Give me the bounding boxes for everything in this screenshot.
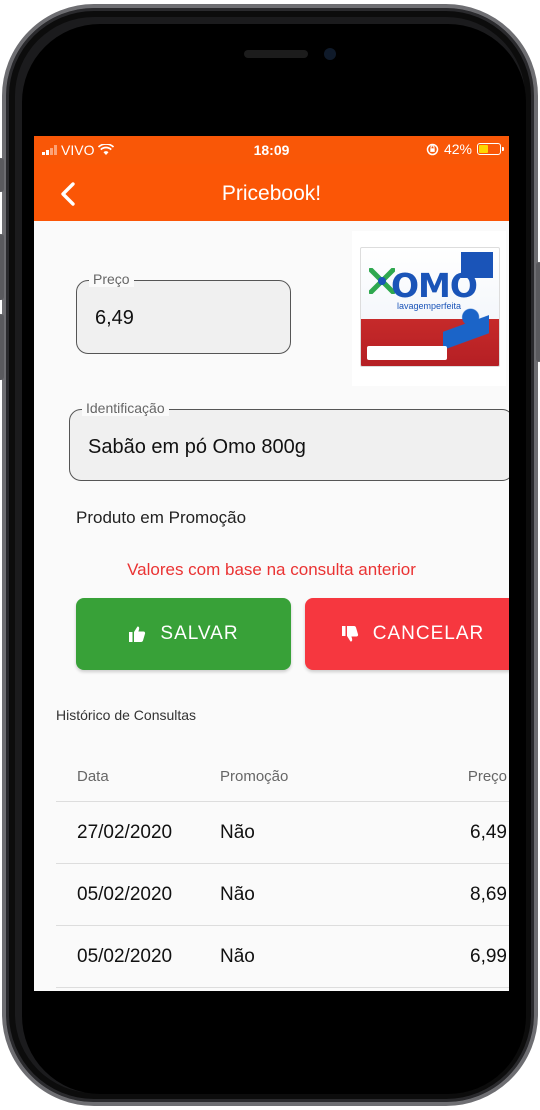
power-button <box>536 262 540 362</box>
mute-switch <box>0 158 4 192</box>
identification-input[interactable]: Sabão em pó Omo 800g <box>88 436 306 459</box>
status-bar: VIVO 18:09 42% <box>34 136 509 164</box>
battery-fill <box>479 145 489 153</box>
phone-frame: VIVO 18:09 42% Pricebook! Preço 6,49 OMO… <box>0 4 540 1106</box>
price-field[interactable]: Preço 6,49 <box>76 271 291 354</box>
table-header: Data Promoção Preço <box>56 749 509 802</box>
history-title: Histórico de Consultas <box>56 707 197 723</box>
warning-message: Valores com base na consulta anterior <box>127 560 416 579</box>
box-label-strip <box>367 346 447 360</box>
identification-label: Identificação <box>82 400 169 416</box>
thumbs-down-icon <box>341 626 358 642</box>
identification-field[interactable]: Identificação Sabão em pó Omo 800g <box>69 400 509 481</box>
app-screen: VIVO 18:09 42% Pricebook! Preço 6,49 OMO… <box>34 136 509 991</box>
history-table: Data Promoção Preço 27/02/2020 Não 6,49 … <box>56 749 509 988</box>
thumbs-up-icon <box>129 626 146 642</box>
row-promo: Não <box>220 884 255 905</box>
table-row[interactable]: 05/02/2020 Não 8,69 <box>56 864 509 926</box>
column-promo: Promoção <box>220 768 289 785</box>
volume-down-button <box>0 314 4 380</box>
row-date: 27/02/2020 <box>77 822 173 843</box>
row-date: 05/02/2020 <box>77 946 173 967</box>
volume-up-button <box>0 234 4 300</box>
row-price: 8,69 <box>470 884 507 905</box>
battery-percent: 42% <box>443 141 472 157</box>
status-right: 42% <box>426 141 504 157</box>
battery-icon <box>477 143 504 155</box>
omo-box-image: OMO lavagemperfeita <box>360 247 500 367</box>
box-badge <box>461 252 493 278</box>
column-price: Preço <box>467 768 507 785</box>
promo-label: Produto em Promoção <box>76 508 247 527</box>
front-camera <box>324 48 336 60</box>
row-price: 6,99 <box>470 946 507 967</box>
table-row[interactable]: 27/02/2020 Não 6,49 <box>56 802 509 864</box>
main-content: Preço 6,49 OMO lavagemperfeita Identific… <box>34 221 509 991</box>
row-promo: Não <box>220 946 255 967</box>
price-label: Preço <box>89 271 134 287</box>
speaker <box>244 50 308 58</box>
table-row[interactable]: 05/02/2020 Não 6,99 <box>56 926 509 988</box>
cancel-button[interactable]: CANCELAR <box>305 598 509 670</box>
rotation-lock-icon <box>426 143 439 155</box>
app-bar: Pricebook! <box>34 164 509 221</box>
page-title: Pricebook! <box>221 182 322 205</box>
save-label: SALVAR <box>160 623 239 644</box>
column-date: Data <box>77 768 109 785</box>
product-image[interactable]: OMO lavagemperfeita <box>352 231 506 386</box>
cancel-label: CANCELAR <box>372 623 485 644</box>
row-price: 6,49 <box>470 822 507 843</box>
row-date: 05/02/2020 <box>77 884 173 905</box>
save-button[interactable]: SALVAR <box>76 598 291 670</box>
phone-bezel: VIVO 18:09 42% Pricebook! Preço 6,49 OMO… <box>22 24 526 1094</box>
box-figure <box>443 306 489 362</box>
row-promo: Não <box>220 822 255 843</box>
price-input[interactable]: 6,49 <box>95 307 134 330</box>
notch <box>136 24 412 82</box>
